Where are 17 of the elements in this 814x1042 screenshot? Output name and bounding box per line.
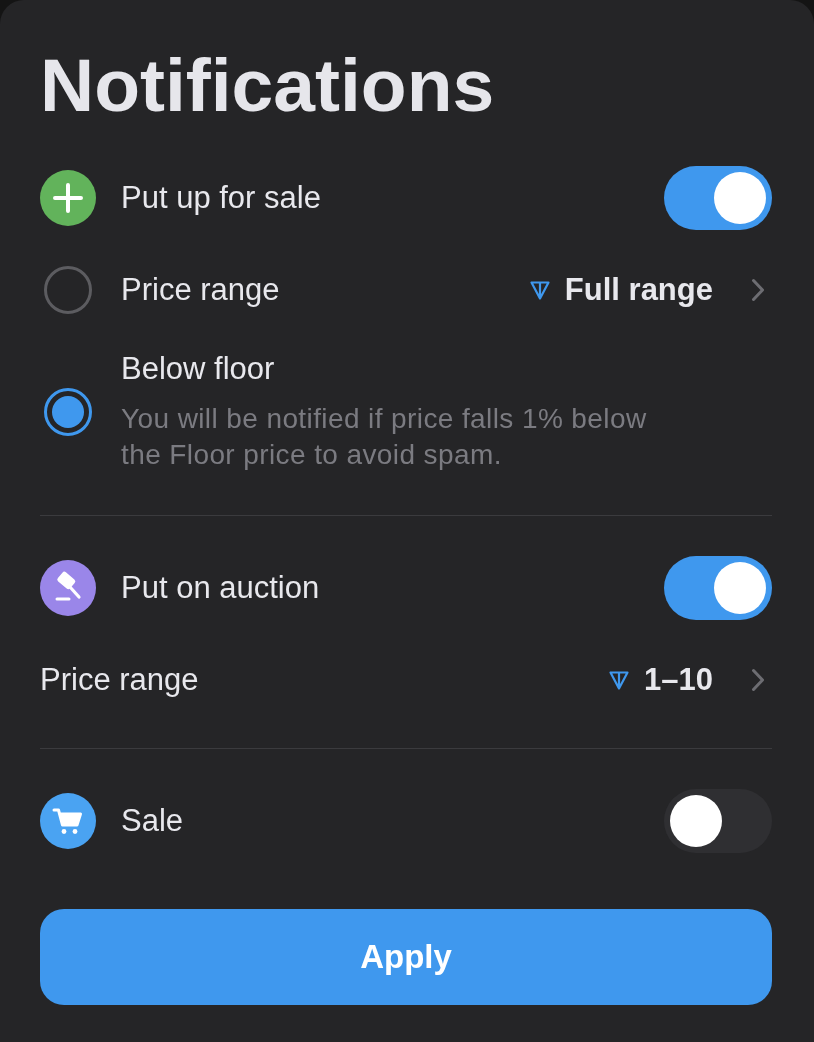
notification-label: Sale xyxy=(121,802,185,840)
option-label: Price range xyxy=(121,271,281,309)
range-value: Full range xyxy=(564,271,713,309)
chevron-right-icon xyxy=(751,668,765,692)
notification-label: Put up for sale xyxy=(121,179,322,217)
option-label: Price range xyxy=(40,661,200,699)
ton-icon xyxy=(527,278,552,302)
radio-button[interactable] xyxy=(44,266,92,314)
radio-button[interactable] xyxy=(44,387,92,436)
option-description: You will be notified if price falls 1% below the Floor price to avoid spam. xyxy=(121,402,648,472)
range-value: 1–10 xyxy=(644,661,713,699)
ton-icon xyxy=(607,668,632,692)
chevron-right-icon xyxy=(751,278,765,302)
notification-label: Put on auction xyxy=(121,569,321,607)
option-label: Below floor xyxy=(121,350,276,388)
panel-title: Notifications xyxy=(40,48,496,123)
apply-button[interactable]: Apply xyxy=(40,909,772,1005)
